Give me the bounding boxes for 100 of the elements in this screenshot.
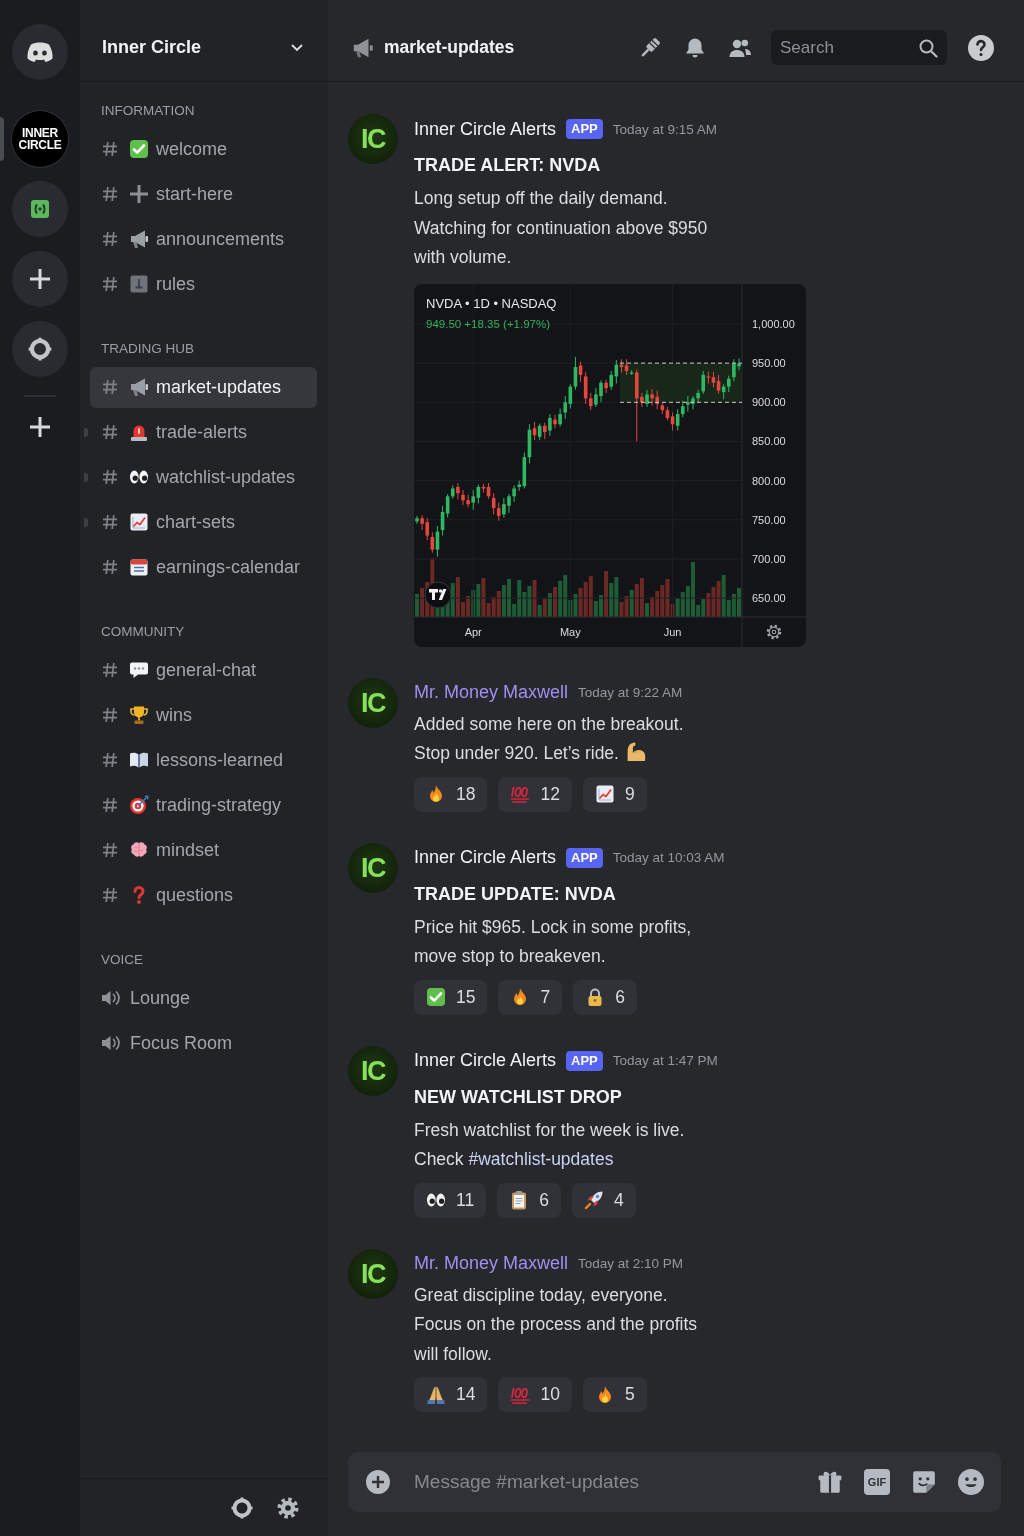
reaction-button[interactable]: 14 (414, 1377, 488, 1412)
author-name[interactable]: Inner Circle Alerts (414, 847, 557, 868)
channel-item[interactable]: welcome (90, 128, 317, 170)
chart-increasing-icon (594, 784, 615, 804)
reaction-button[interactable]: 12 (498, 776, 572, 812)
candlestick (415, 514, 419, 524)
channel-item[interactable]: start-here (90, 173, 317, 215)
avatar[interactable]: IC (348, 114, 398, 164)
app-badge: APP (566, 1050, 603, 1071)
avatar[interactable]: IC (348, 1045, 398, 1096)
hash-icon (102, 276, 118, 292)
y-axis-label: 650.00 (752, 591, 786, 604)
message-text: Fresh watchlist for the week is live. Check #watchlist-updates (414, 1118, 685, 1171)
category-label[interactable]: TRADING HUB (80, 339, 328, 359)
search-icon[interactable] (918, 37, 938, 58)
calendar-icon (129, 557, 149, 577)
channel-item[interactable]: trading-strategy (90, 784, 317, 826)
add-server-button[interactable] (12, 251, 68, 307)
brain-icon (129, 840, 149, 860)
reaction-button[interactable]: 7 (498, 979, 563, 1015)
category-label[interactable]: INFORMATION (80, 101, 328, 121)
emoji-icon[interactable] (958, 1469, 984, 1495)
gif-button[interactable]: GIF (864, 1469, 890, 1495)
channel-mention[interactable]: #watchlist-updates (468, 1149, 614, 1169)
game-controller-icon (26, 41, 54, 63)
server-button[interactable] (12, 321, 68, 377)
reaction-button[interactable]: 11 (414, 1182, 487, 1218)
message-title: TRADE UPDATE: NVDA (414, 882, 616, 906)
y-axis-label: 950.00 (752, 356, 786, 369)
server-button[interactable]: INNER CIRCLE (12, 111, 68, 167)
y-axis-label: 750.00 (752, 513, 786, 526)
channel-item[interactable]: announcements (90, 218, 317, 260)
author-name[interactable]: Mr. Money Maxwell (414, 682, 569, 703)
add-icon[interactable] (366, 1470, 390, 1494)
server-button[interactable] (12, 181, 68, 237)
home-button[interactable] (12, 24, 68, 80)
timestamp: Today at 1:47 PM (612, 1053, 718, 1068)
gift-icon[interactable] (817, 1469, 843, 1495)
reaction-button[interactable]: 6 (497, 1182, 561, 1218)
search-field[interactable]: Search (771, 30, 947, 65)
speech-bubble-icon (129, 660, 149, 680)
reaction-button[interactable]: 9 (582, 776, 647, 812)
category-label[interactable]: VOICE (80, 950, 328, 970)
reaction-button[interactable]: 18 (414, 776, 488, 812)
channel-item[interactable]: watchlist-updates (90, 456, 317, 498)
hash-icon (102, 797, 118, 813)
message-composer[interactable]: Message #market-updates GIF (348, 1452, 1001, 1512)
avatar[interactable]: IC (348, 842, 398, 893)
avatar[interactable]: IC (348, 1248, 398, 1299)
reaction-button[interactable]: 15 (414, 979, 488, 1015)
voice-channel-item[interactable]: Focus Room (90, 1022, 317, 1064)
author-name[interactable]: Mr. Money Maxwell (414, 1253, 569, 1274)
candlestick (461, 489, 465, 505)
chart-title: NVDA • 1D • NASDAQ (426, 295, 557, 311)
candlestick (609, 369, 614, 390)
candlestick (456, 482, 460, 500)
add-button[interactable] (28, 415, 52, 439)
y-axis-label: 850.00 (752, 435, 786, 447)
y-axis-label: 800.00 (752, 474, 786, 487)
channel-item[interactable]: lessons-learned (90, 739, 317, 781)
reaction-button[interactable]: 5 (582, 1377, 647, 1412)
app-badge: APP (566, 119, 603, 139)
sticker-icon[interactable] (911, 1469, 937, 1495)
message-input[interactable]: Message #market-updates (414, 1462, 801, 1502)
ring-icon[interactable] (230, 1495, 254, 1520)
channel-item[interactable]: earnings-calendar (90, 546, 317, 588)
channel-item[interactable]: chart-sets (90, 501, 317, 543)
message-title: NEW WATCHLIST DROP (414, 1085, 622, 1109)
hash-icon (102, 559, 118, 575)
rocket-icon (583, 1190, 604, 1210)
plus-icon (28, 415, 52, 439)
settings-icon[interactable] (766, 624, 782, 639)
help-icon[interactable] (967, 33, 995, 62)
hash-icon (102, 186, 118, 202)
category-label[interactable]: COMMUNITY (80, 622, 328, 642)
channel-item[interactable]: trade-alerts (90, 411, 317, 453)
candlestick (512, 484, 516, 502)
speaker-icon (101, 1033, 121, 1053)
broadcast-icon (31, 200, 49, 218)
reaction-button[interactable]: 4 (571, 1182, 636, 1218)
candlestick (548, 413, 552, 436)
reaction-button[interactable]: 6 (573, 979, 637, 1015)
author-name[interactable]: Inner Circle Alerts (414, 118, 557, 140)
y-axis-label: 1,000.00 (752, 317, 795, 330)
candlestick (471, 489, 476, 510)
reaction-button[interactable]: 10 (498, 1377, 572, 1412)
voice-channel-item[interactable]: Lounge (90, 977, 317, 1019)
channel-item[interactable]: questions (90, 874, 317, 916)
hash-icon (102, 514, 118, 530)
y-axis-label: 900.00 (752, 395, 786, 408)
author-name[interactable]: Inner Circle Alerts (414, 1050, 557, 1071)
channel-item[interactable]: rules (90, 263, 317, 305)
message-text: Long setup off the daily demand. Watching for continuation above $950 with volume. (414, 187, 708, 269)
avatar[interactable]: IC (348, 677, 398, 728)
channel-item[interactable]: market-updates (90, 366, 317, 408)
x-axis-label: May (559, 625, 581, 638)
channel-item[interactable]: general-chat (90, 649, 317, 691)
channel-item[interactable]: wins (90, 694, 317, 736)
settings-icon[interactable] (276, 1495, 300, 1520)
channel-item[interactable]: mindset (90, 829, 317, 871)
